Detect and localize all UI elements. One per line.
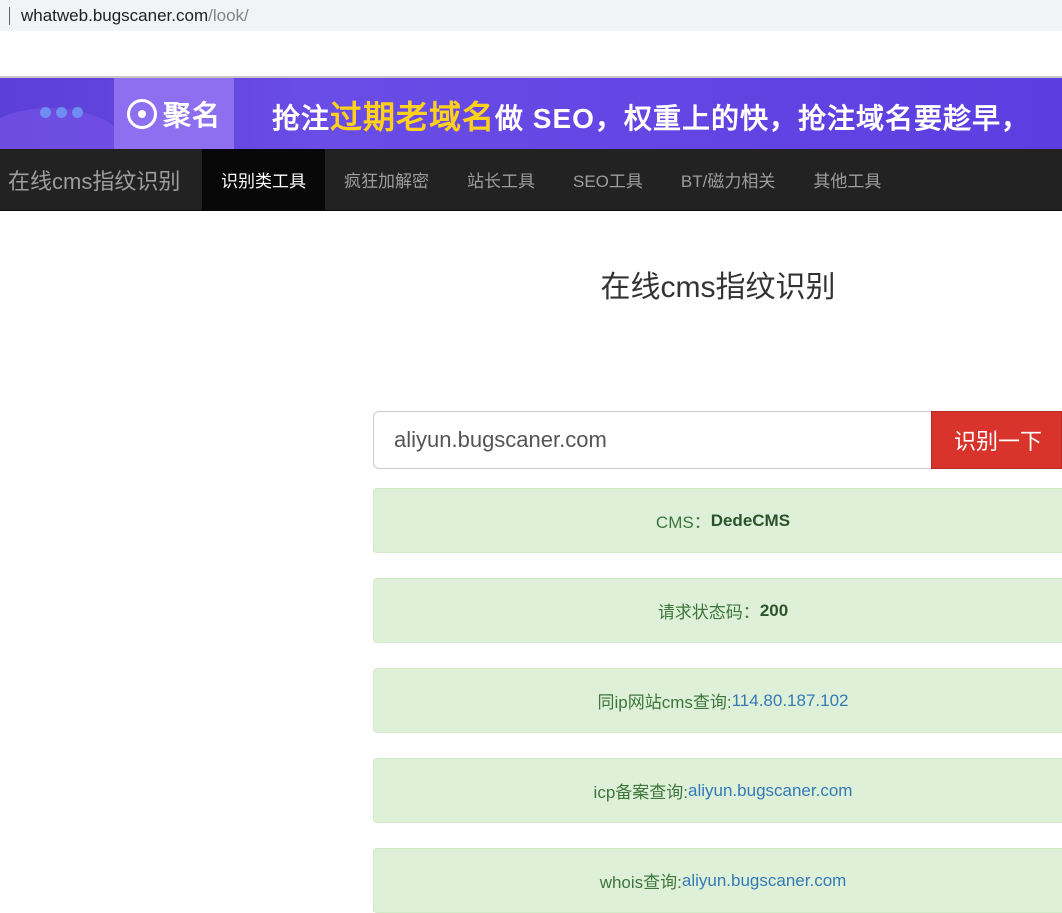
ad-logo: 聚名 bbox=[114, 78, 234, 149]
nav-item-other-tools[interactable]: 其他工具 bbox=[794, 149, 900, 211]
page-title: 在线cms指纹识别 bbox=[600, 271, 836, 304]
result-cms: CMS： DedeCMS bbox=[373, 488, 1062, 553]
nav-item-webmaster-tools[interactable]: 站长工具 bbox=[448, 149, 554, 211]
top-navbar: 在线cms指纹识别 识别类工具 疯狂加解密 站长工具 SEO工具 BT/磁力相关… bbox=[0, 148, 1062, 211]
result-whois: whois查询: aliyun.bugscaner.com bbox=[373, 848, 1062, 913]
result-label: CMS： bbox=[655, 513, 711, 532]
domain-input[interactable]: aliyun.bugscaner.com bbox=[373, 411, 933, 469]
text-caret bbox=[9, 6, 10, 25]
slogan-prefix: 抢注 bbox=[272, 103, 331, 134]
identify-button[interactable]: 识别一下 bbox=[931, 411, 1062, 469]
ad-slogan: 抢注过期老域名做 SEO，权重上的快，抢注域名要趁早， bbox=[272, 92, 1030, 138]
address-bar[interactable]: whatweb.bugscaner.com/look/ bbox=[0, 0, 1062, 31]
ad-logo-text: 聚名 bbox=[162, 99, 221, 131]
result-label: icp备案查询: bbox=[593, 783, 689, 802]
nav-item-crypto[interactable]: 疯狂加解密 bbox=[325, 149, 448, 211]
result-same-ip: 同ip网站cms查询: 114.80.187.102 bbox=[373, 668, 1062, 733]
dot bbox=[72, 107, 83, 118]
result-label: 同ip网站cms查询: bbox=[597, 693, 732, 712]
dot bbox=[56, 107, 67, 118]
url-path: /look/ bbox=[208, 5, 249, 25]
banner-dots bbox=[40, 107, 83, 118]
result-status-code: 请求状态码： 200 bbox=[373, 578, 1062, 643]
result-label: whois查询: bbox=[599, 873, 682, 892]
nav-item-bt-magnet[interactable]: BT/磁力相关 bbox=[662, 149, 794, 211]
slogan-highlight: 过期老域名 bbox=[330, 99, 496, 135]
dot bbox=[40, 107, 51, 118]
url-host: whatweb.bugscaner.com bbox=[21, 5, 209, 25]
result-label: 请求状态码： bbox=[657, 603, 760, 622]
nav-item-seo-tools[interactable]: SEO工具 bbox=[554, 149, 662, 211]
same-ip-link[interactable]: 114.80.187.102 bbox=[732, 691, 849, 711]
whois-link[interactable]: aliyun.bugscaner.com bbox=[682, 871, 846, 891]
site-brand[interactable]: 在线cms指纹识别 bbox=[0, 164, 202, 196]
result-icp: icp备案查询: aliyun.bugscaner.com bbox=[373, 758, 1062, 823]
slogan-suffix: 做 SEO，权重上的快，抢注域名要趁早， bbox=[495, 103, 1030, 134]
ad-banner[interactable]: 聚名 抢注过期老域名做 SEO，权重上的快，抢注域名要趁早， bbox=[0, 78, 1062, 149]
nav-item-identify-tools[interactable]: 识别类工具 bbox=[202, 148, 325, 211]
icp-link[interactable]: aliyun.bugscaner.com bbox=[688, 781, 852, 801]
result-value: 200 bbox=[759, 600, 789, 620]
logo-icon bbox=[126, 98, 157, 129]
result-value: DedeCMS bbox=[710, 510, 791, 530]
